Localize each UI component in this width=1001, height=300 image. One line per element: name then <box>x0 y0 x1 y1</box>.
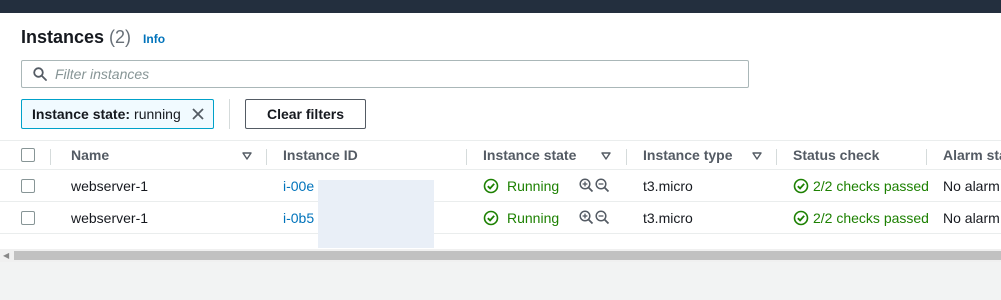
horizontal-scrollbar[interactable]: ◀ <box>0 249 1001 262</box>
column-header-alarm-status[interactable]: Alarm sta <box>943 141 1001 169</box>
clear-filters-button[interactable]: Clear filters <box>245 99 366 129</box>
scroll-left-arrow-icon[interactable]: ◀ <box>3 249 9 262</box>
sort-down-icon[interactable] <box>752 152 762 160</box>
filter-token-value: running <box>134 106 181 122</box>
status-check-label[interactable]: 2/2 checks passed <box>813 202 929 233</box>
instance-count: (2) <box>109 27 132 47</box>
column-header-status-check[interactable]: Status check <box>793 141 879 169</box>
table-header-row: Name Instance ID Instance state Instance… <box>0 140 1001 170</box>
column-divider <box>266 149 267 165</box>
toolbar-divider <box>229 99 230 129</box>
sort-down-icon[interactable] <box>601 152 611 160</box>
page-title: Instances <box>21 27 105 47</box>
column-header-instance-id[interactable]: Instance ID <box>283 141 358 169</box>
instances-table: Name Instance ID Instance state Instance… <box>0 140 1001 234</box>
zoom-out-icon[interactable] <box>595 170 610 201</box>
sort-down-icon[interactable] <box>242 152 252 160</box>
zoom-in-icon[interactable] <box>579 170 594 201</box>
info-link[interactable]: Info <box>143 32 165 46</box>
zoom-in-icon[interactable] <box>579 202 594 233</box>
check-passed-icon <box>793 170 809 201</box>
running-status-icon <box>483 202 499 233</box>
instance-name: webserver-1 <box>71 209 149 226</box>
column-divider <box>466 149 467 165</box>
filter-token-instance-state: Instance state: running <box>21 99 214 129</box>
row-checkbox[interactable] <box>21 170 35 201</box>
search-icon <box>33 67 47 81</box>
select-all-checkbox[interactable] <box>21 141 35 169</box>
search-input[interactable] <box>55 66 735 82</box>
table-row[interactable]: webserver-1 i-00e Running t3.micro 2/2 c… <box>0 170 1001 202</box>
table-row[interactable]: webserver-1 i-0b5 Running t3.micro 2/2 c… <box>0 202 1001 234</box>
instance-type: t3.micro <box>643 209 693 226</box>
filter-search-box[interactable] <box>21 60 749 88</box>
filter-token-key: Instance state: <box>32 106 131 122</box>
scrollbar-thumb[interactable] <box>14 251 1001 260</box>
instance-id-link[interactable]: i-0b5 <box>283 202 314 233</box>
status-check-label[interactable]: 2/2 checks passed <box>813 170 929 201</box>
column-divider <box>926 149 927 165</box>
console-top-bar <box>0 0 1001 13</box>
instance-state-label: Running <box>507 209 560 226</box>
column-divider <box>626 149 627 165</box>
alarm-status: No alarm <box>943 209 1000 226</box>
running-status-icon <box>483 170 499 201</box>
instance-name: webserver-1 <box>71 177 149 194</box>
row-checkbox[interactable] <box>21 202 35 233</box>
redaction-overlay <box>318 180 434 248</box>
close-icon[interactable] <box>191 107 205 121</box>
instance-state-label: Running <box>507 177 560 194</box>
alarm-status: No alarm <box>943 177 1000 194</box>
zoom-out-icon[interactable] <box>595 202 610 233</box>
column-header-name[interactable]: Name <box>71 141 109 169</box>
instance-id-link[interactable]: i-00e <box>283 170 314 201</box>
instances-panel: Instances (2) Info Instance state: runni… <box>0 13 1001 262</box>
column-divider <box>776 149 777 165</box>
column-header-instance-type[interactable]: Instance type <box>643 141 732 169</box>
instance-type: t3.micro <box>643 177 693 194</box>
panel-header: Instances (2) Info <box>21 27 165 48</box>
check-passed-icon <box>793 202 809 233</box>
column-divider <box>50 149 51 165</box>
column-header-instance-state[interactable]: Instance state <box>483 141 576 169</box>
